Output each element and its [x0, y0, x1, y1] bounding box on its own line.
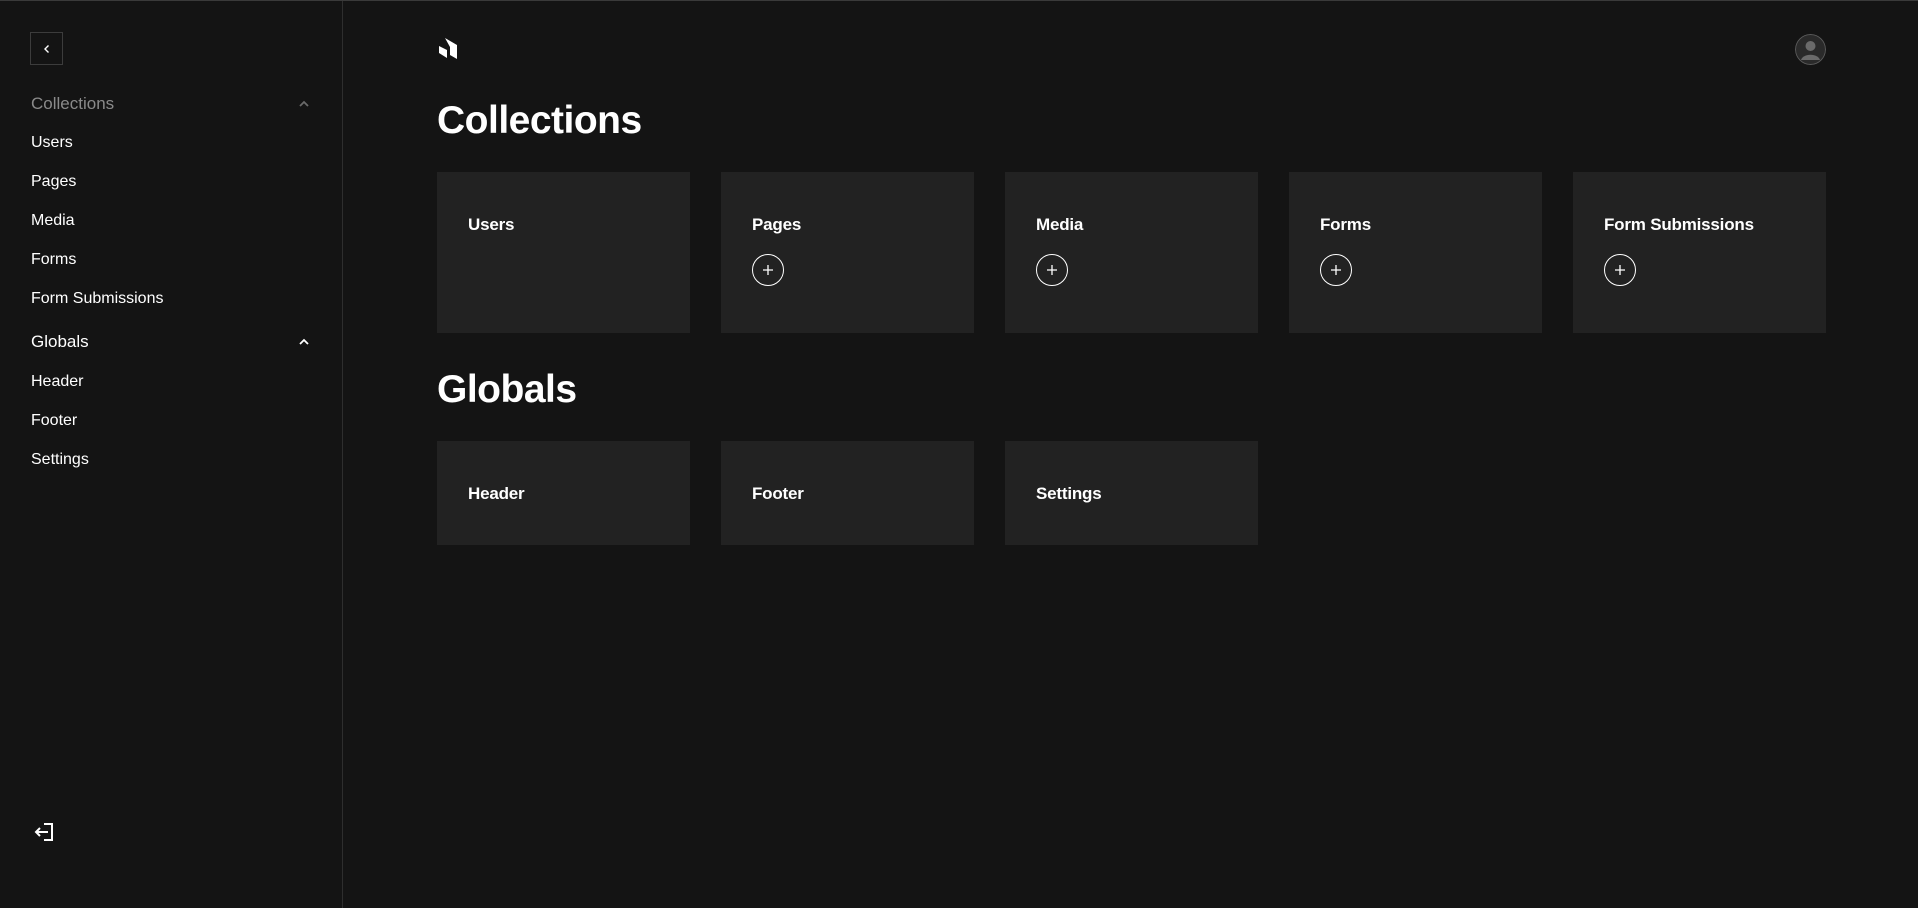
collection-card-forms[interactable]: Forms — [1289, 172, 1542, 333]
globals-heading: Globals — [437, 368, 577, 411]
sidebar-item-users[interactable]: Users — [31, 134, 73, 152]
collections-group-toggle[interactable]: Collections — [31, 94, 311, 114]
sidebar-item-header[interactable]: Header — [31, 373, 83, 391]
add-page-button[interactable] — [752, 254, 784, 286]
app-window: Collections Users Pages Media Forms Form… — [0, 0, 1918, 908]
collection-card-media[interactable]: Media — [1005, 172, 1258, 333]
add-media-button[interactable] — [1036, 254, 1068, 286]
logout-icon — [34, 823, 53, 841]
collections-heading: Collections — [437, 99, 642, 142]
collections-group-label: Collections — [31, 94, 115, 113]
payload-logo-icon[interactable] — [437, 37, 459, 61]
collection-card-users[interactable]: Users — [437, 172, 690, 333]
card-title: Forms — [1320, 215, 1371, 234]
plus-icon — [1331, 265, 1341, 275]
sidebar-item-settings[interactable]: Settings — [31, 451, 89, 469]
collection-card-pages[interactable]: Pages — [721, 172, 974, 333]
global-card-footer[interactable]: Footer — [721, 441, 974, 545]
sidebar-item-media[interactable]: Media — [31, 212, 75, 230]
plus-icon — [1047, 265, 1057, 275]
collapse-sidebar-button[interactable] — [30, 32, 63, 65]
sidebar: Collections Users Pages Media Forms Form… — [0, 1, 343, 908]
chevron-up-icon — [297, 335, 311, 349]
add-form-button[interactable] — [1320, 254, 1352, 286]
plus-icon — [1615, 265, 1625, 275]
collection-card-form-submissions[interactable]: Form Submissions — [1573, 172, 1826, 333]
card-title: Settings — [1036, 484, 1102, 503]
card-title: Header — [468, 484, 525, 503]
plus-icon — [763, 265, 773, 275]
logout-button[interactable] — [33, 820, 57, 844]
sidebar-item-pages[interactable]: Pages — [31, 173, 76, 191]
sidebar-item-form-submissions[interactable]: Form Submissions — [31, 290, 163, 308]
card-title: Users — [468, 215, 515, 234]
sidebar-item-forms[interactable]: Forms — [31, 251, 76, 269]
globals-group-toggle[interactable]: Globals — [31, 332, 311, 352]
user-avatar-icon[interactable] — [1795, 34, 1826, 65]
card-title: Footer — [752, 484, 804, 503]
chevron-left-icon — [43, 44, 49, 53]
card-title: Pages — [752, 215, 802, 234]
global-card-settings[interactable]: Settings — [1005, 441, 1258, 545]
global-card-header[interactable]: Header — [437, 441, 690, 545]
globals-group-label: Globals — [31, 332, 89, 351]
chevron-up-icon — [297, 97, 311, 111]
card-title: Form Submissions — [1604, 215, 1754, 234]
add-form-submission-button[interactable] — [1604, 254, 1636, 286]
card-title: Media — [1036, 215, 1084, 234]
sidebar-item-footer[interactable]: Footer — [31, 412, 77, 430]
